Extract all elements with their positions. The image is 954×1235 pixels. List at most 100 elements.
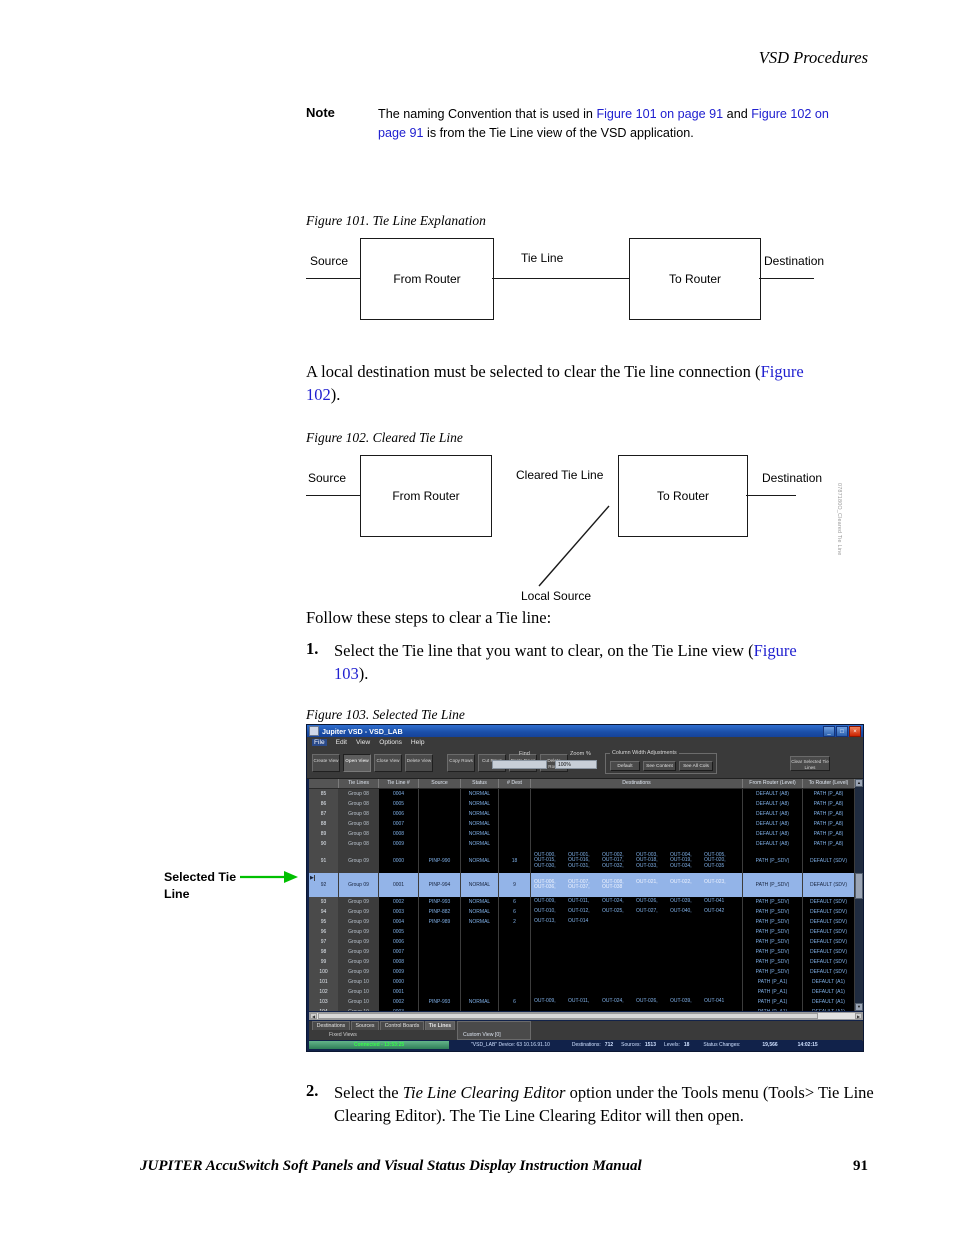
- cell-num-dest: [499, 789, 531, 799]
- grid-horizontal-scrollbar[interactable]: ◀ ▶: [309, 1012, 863, 1020]
- cell-tie-line-number: 0008: [379, 957, 419, 967]
- cell-num-dest: [499, 937, 531, 947]
- col-header-to-router[interactable]: To Router (Level): [803, 779, 855, 788]
- table-row[interactable]: 99 Group 09 0008 PATH (P_SDV) DEFAULT (SDV): [309, 957, 863, 967]
- col-header-source[interactable]: Source: [419, 779, 461, 788]
- custom-view-panel[interactable]: Custom View [0]: [457, 1021, 531, 1040]
- row-index: 97: [309, 937, 339, 947]
- cell-to-router: DEFAULT (SDV): [803, 927, 855, 937]
- col-header-index[interactable]: [309, 779, 339, 788]
- table-row[interactable]: 100 Group 09 0009 PATH (P_SDV) DEFAULT (SDV): [309, 967, 863, 977]
- tab-destinations[interactable]: Destinations: [312, 1021, 350, 1030]
- table-row[interactable]: 95 Group 09 0004 PINP-989 NORMAL 2 OUT-013, OUT…: [309, 917, 863, 927]
- tab-tie-lines[interactable]: Tie Lines: [425, 1021, 455, 1030]
- delete-view-button[interactable]: Delete View: [405, 754, 433, 772]
- statusbar-clock: 14:02:15: [797, 1042, 818, 1048]
- menu-help[interactable]: Help: [411, 739, 425, 746]
- open-view-button[interactable]: Open View: [343, 754, 371, 772]
- vertical-scroll-thumb[interactable]: [855, 873, 863, 899]
- column-width-group-title: Column Width Adjustments: [610, 750, 679, 756]
- to-router-label: To Router: [668, 272, 722, 286]
- cell-to-router: DEFAULT (A1): [803, 1007, 855, 1011]
- column-see-all-cols-button[interactable]: See All Cols: [679, 761, 713, 771]
- close-button[interactable]: ×: [849, 726, 861, 737]
- cell-source: PINP-882: [419, 907, 461, 917]
- table-row[interactable]: 89 Group 08 0008 NORMAL DEFAULT (A8) PATH (P_…: [309, 829, 863, 839]
- cell-from-router: PATH (P_SDV): [743, 849, 803, 873]
- table-row[interactable]: 102 Group 10 0001 PATH (P_A1) DEFAULT (A1): [309, 987, 863, 997]
- scroll-up-icon[interactable]: ▲: [855, 779, 863, 787]
- tab-control-boards[interactable]: Control Boards: [380, 1021, 424, 1030]
- footer-page-number: 91: [853, 1158, 868, 1174]
- figure-101-caption: Figure 101. Tie Line Explanation: [306, 213, 486, 228]
- figure-102-diagram: Source From Router Cleared Tie Line Loca…: [306, 449, 862, 603]
- menu-edit[interactable]: Edit: [336, 739, 347, 746]
- table-row[interactable]: 104Group 100003 PATH (P_A1)DEFAULT (A1): [309, 1007, 863, 1011]
- cell-status: [461, 947, 499, 957]
- scroll-right-icon[interactable]: ▶: [855, 1013, 862, 1019]
- cell-from-router: PATH (P_SDV): [743, 967, 803, 977]
- col-header-status[interactable]: Status: [461, 779, 499, 788]
- table-row[interactable]: 87 Group 08 0006 NORMAL DEFAULT (A8) PATH (P_…: [309, 809, 863, 819]
- row-index: 104: [309, 1007, 339, 1011]
- table-row[interactable]: 90 Group 08 0009 NORMAL DEFAULT (A8) PATH (P_…: [309, 839, 863, 849]
- col-header-tie-lines[interactable]: Tie Lines: [339, 779, 379, 788]
- table-row[interactable]: 85 Group 08 0004 NORMAL DEFAULT (A8) PATH (P_…: [309, 789, 863, 799]
- column-default-button[interactable]: Default: [610, 761, 640, 771]
- scroll-down-icon[interactable]: ▼: [855, 1003, 863, 1011]
- cell-tie-line-number: 0002: [379, 897, 419, 907]
- running-head: VSD Procedures: [758, 48, 868, 67]
- create-view-button[interactable]: Create View: [312, 754, 340, 772]
- note-link-figure-101[interactable]: Figure 101 on page 91: [596, 107, 723, 121]
- col-header-num-dest[interactable]: # Dest: [499, 779, 531, 788]
- grid-vertical-scrollbar[interactable]: ▲ ▼: [855, 779, 863, 1011]
- scroll-left-icon[interactable]: ◀: [310, 1013, 317, 1019]
- step-1-text: Select the Tie line that you want to cle…: [334, 639, 834, 685]
- cell-tie-lines: Group 08: [339, 809, 379, 819]
- paragraph-follow-steps: Follow these steps to clear a Tie line:: [306, 608, 552, 627]
- table-row[interactable]: 98 Group 09 0007 PATH (P_SDV) DEFAULT (SDV): [309, 947, 863, 957]
- horizontal-scroll-thumb[interactable]: [318, 1013, 818, 1019]
- table-row[interactable]: 101 Group 10 0000 PATH (P_A1) DEFAULT (A1): [309, 977, 863, 987]
- cell-tie-line-number: 0003: [379, 1007, 419, 1011]
- cell-tie-line-number: 0004: [379, 917, 419, 927]
- view-tabs: Destinations Sources Control Boards Tie …: [309, 1021, 863, 1041]
- cell-num-dest: 2: [499, 917, 531, 927]
- cell-status: NORMAL: [461, 917, 499, 927]
- table-row[interactable]: 93 Group 09 0002 PINP-993 NORMAL 6 OUT-009, OUT…: [309, 897, 863, 907]
- status-changes-count: 19,566: [762, 1042, 778, 1048]
- cell-num-dest: [499, 927, 531, 937]
- close-view-button[interactable]: Close View: [374, 754, 402, 772]
- cell-tie-lines: Group 10: [339, 987, 379, 997]
- row-index: 89: [309, 829, 339, 839]
- table-row[interactable]: 96 Group 09 0005 PATH (P_SDV) DEFAULT (SDV): [309, 927, 863, 937]
- menu-options[interactable]: Options: [379, 739, 402, 746]
- menu-file[interactable]: File: [312, 739, 327, 746]
- window-title: Jupiter VSD - VSD_LAB: [322, 726, 403, 736]
- table-row[interactable]: 94 Group 09 0003 PINP-882 NORMAL 6 OUT-010, OUT…: [309, 907, 863, 917]
- copy-rows-button[interactable]: Copy Rows: [447, 754, 475, 772]
- find-input[interactable]: [492, 760, 547, 769]
- source-label: Source: [308, 471, 347, 485]
- clear-selected-tie-lines-button[interactable]: Clear Selected Tie Lines: [790, 756, 830, 771]
- col-header-tie-line-num[interactable]: Tie Line #: [379, 779, 419, 788]
- tab-sources[interactable]: Sources: [351, 1021, 379, 1030]
- cell-source: [419, 967, 461, 977]
- menu-view[interactable]: View: [356, 739, 370, 746]
- column-see-content-button[interactable]: See Content: [643, 761, 676, 771]
- maximize-button[interactable]: □: [836, 726, 848, 737]
- window-titlebar[interactable]: Jupiter VSD - VSD_LAB _ □ ×: [307, 725, 863, 737]
- col-header-destinations[interactable]: Destinations: [531, 779, 743, 788]
- table-row[interactable]: 88 Group 08 0007 NORMAL DEFAULT (A8) PATH (P_…: [309, 819, 863, 829]
- table-row[interactable]: 86 Group 08 0005 NORMAL DEFAULT (A8) PATH (P_…: [309, 799, 863, 809]
- minimize-button[interactable]: _: [823, 726, 835, 737]
- step2-italic: Tie Line Clearing Editor: [402, 1083, 566, 1102]
- table-row[interactable]: 97 Group 09 0006 PATH (P_SDV) DEFAULT (SDV): [309, 937, 863, 947]
- table-row[interactable]: 91 Group 09 0000 PINP-990 NORMAL 18 OUT-000, OU…: [309, 849, 863, 873]
- zoom-select[interactable]: 100%: [555, 760, 597, 769]
- para1-text-2: ).: [330, 385, 341, 404]
- table-row[interactable]: 92 Group 09 0001 PINP-994 NORMAL 9 OUT-006, OUT…: [309, 873, 863, 897]
- table-row[interactable]: 103 Group 10 0002 PINP-993 NORMAL 6 OUT-009, OU…: [309, 997, 863, 1007]
- col-header-from-router[interactable]: From Router (Level): [743, 779, 803, 788]
- cell-tie-lines: Group 09: [339, 947, 379, 957]
